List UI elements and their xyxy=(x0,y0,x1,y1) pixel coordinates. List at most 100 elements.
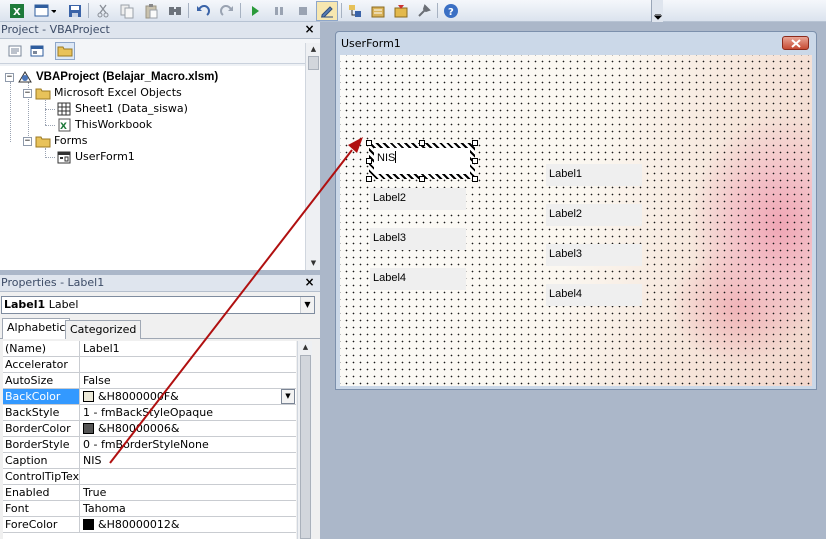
tree-node-sheet1[interactable]: Sheet1 (Data_siswa) xyxy=(56,101,188,117)
property-value-text: True xyxy=(83,486,107,499)
property-value[interactable]: Tahoma xyxy=(81,501,296,516)
label-left-4[interactable]: Label4 xyxy=(370,268,466,290)
property-row-bordercolor[interactable]: BorderColor &H80000006& xyxy=(3,421,296,437)
design-mode-icon[interactable] xyxy=(316,1,338,21)
tree-node-userform1[interactable]: UserForm1 xyxy=(56,149,135,165)
view-object-icon[interactable] xyxy=(27,42,47,60)
scroll-up-icon[interactable]: ▲ xyxy=(307,43,320,56)
property-value[interactable]: &H8000000F& ▼ xyxy=(81,389,296,404)
scroll-down-icon[interactable]: ▼ xyxy=(307,257,320,270)
object-browser-icon[interactable] xyxy=(392,2,410,19)
object-selector[interactable]: Label1 Label ▼ xyxy=(1,296,315,314)
property-value[interactable]: 0 - fmBorderStyleNone xyxy=(81,437,296,452)
project-close-icon[interactable]: × xyxy=(303,23,316,36)
toolbox-icon[interactable] xyxy=(415,2,433,19)
redo-icon[interactable] xyxy=(218,2,236,19)
resize-handle[interactable] xyxy=(419,140,425,146)
property-row-backcolor[interactable]: BackColor &H8000000F& ▼ xyxy=(3,389,296,405)
view-code-icon[interactable] xyxy=(5,42,25,60)
chevron-down-icon[interactable]: ▼ xyxy=(281,389,295,404)
property-row-enabled[interactable]: Enabled True xyxy=(3,485,296,501)
project-explorer-panel: Project - VBAProject × − VBAProject (Bel… xyxy=(0,22,320,270)
label-right-3[interactable]: Label3 xyxy=(546,244,642,266)
break-icon[interactable] xyxy=(270,2,288,19)
property-row-caption[interactable]: Caption NIS xyxy=(3,453,296,469)
run-icon[interactable] xyxy=(246,2,264,19)
property-value[interactable]: NIS xyxy=(81,453,296,468)
tree-node-vbaproject[interactable]: − VBAProject (Belajar_Macro.xlsm) xyxy=(5,69,218,85)
label-right-4[interactable]: Label4 xyxy=(546,284,642,306)
resize-handle[interactable] xyxy=(419,176,425,182)
property-row-autosize[interactable]: AutoSize False xyxy=(3,373,296,389)
cut-icon[interactable] xyxy=(94,2,112,19)
resize-handle[interactable] xyxy=(366,176,372,182)
resize-handle[interactable] xyxy=(366,158,372,164)
resize-handle[interactable] xyxy=(366,140,372,146)
resize-handle[interactable] xyxy=(472,176,478,182)
property-row-forecolor[interactable]: ForeColor &H80000012& xyxy=(3,517,296,533)
property-row-backstyle[interactable]: BackStyle 1 - fmBackStyleOpaque xyxy=(3,405,296,421)
toolbar-overflow-icon[interactable] xyxy=(651,0,663,22)
collapse-toggle-icon[interactable]: − xyxy=(5,72,14,82)
label-nis-selected[interactable]: NIS xyxy=(374,148,470,174)
label-right-1[interactable]: Label1 xyxy=(546,164,642,186)
resize-handle[interactable] xyxy=(472,158,478,164)
standard-toolbar: X ? xyxy=(0,0,826,22)
property-value[interactable]: Label1 xyxy=(81,341,296,356)
property-row-controltiptext[interactable]: ControlTipText xyxy=(3,469,296,485)
resize-handle[interactable] xyxy=(472,140,478,146)
collapse-toggle-icon[interactable]: − xyxy=(23,88,32,98)
properties-grid: (Name) Label1 Accelerator AutoSize False… xyxy=(3,341,296,539)
property-value[interactable]: False xyxy=(81,373,296,388)
userform-canvas[interactable]: NIS Label2 Label3 Label4 Label1 Label2 L… xyxy=(340,55,812,386)
property-value[interactable]: &H80000006& xyxy=(81,421,296,436)
help-icon[interactable]: ? xyxy=(442,2,460,19)
toggle-folders-icon[interactable] xyxy=(55,42,75,60)
property-name: ControlTipText xyxy=(5,469,80,484)
tab-categorized[interactable]: Categorized xyxy=(65,320,142,339)
excel-icon[interactable]: X xyxy=(8,2,26,19)
project-scrollbar[interactable]: ▲ ▼ xyxy=(305,43,320,270)
object-selector-name: Label1 xyxy=(4,298,46,311)
tree-node-forms[interactable]: − Forms xyxy=(23,133,87,149)
color-swatch xyxy=(83,423,94,434)
property-value[interactable]: &H80000012& xyxy=(81,517,296,532)
collapse-toggle-icon[interactable]: − xyxy=(23,136,32,146)
scroll-up-icon[interactable]: ▲ xyxy=(299,341,312,354)
tree-label-vbaproject: VBAProject (Belajar_Macro.xlsm) xyxy=(36,71,219,83)
project-explorer-icon[interactable] xyxy=(346,2,364,19)
property-row-borderstyle[interactable]: BorderStyle 0 - fmBorderStyleNone xyxy=(3,437,296,453)
properties-panel-title-text: Properties - Label1 xyxy=(1,276,105,289)
property-name: BorderColor xyxy=(3,421,80,436)
tree-node-thisworkbook[interactable]: X ThisWorkbook xyxy=(56,117,152,133)
property-value[interactable]: 1 - fmBackStyleOpaque xyxy=(81,405,296,420)
reset-icon[interactable] xyxy=(294,2,312,19)
property-row-name[interactable]: (Name) Label1 xyxy=(3,341,296,357)
find-icon[interactable] xyxy=(166,2,184,19)
label-left-3[interactable]: Label3 xyxy=(370,228,466,250)
chevron-down-icon[interactable]: ▼ xyxy=(300,297,314,313)
insert-userform-icon[interactable] xyxy=(33,2,57,19)
copy-icon[interactable] xyxy=(118,2,136,19)
tree-node-excel-objects[interactable]: − Microsoft Excel Objects xyxy=(23,85,182,101)
close-icon[interactable] xyxy=(782,36,809,50)
paste-icon[interactable] xyxy=(142,2,160,19)
property-value[interactable] xyxy=(81,469,296,484)
properties-panel-title: Properties - Label1 × xyxy=(0,275,320,292)
properties-close-icon[interactable]: × xyxy=(303,276,316,289)
worksheet-icon xyxy=(56,102,72,116)
property-name: Enabled xyxy=(3,485,80,500)
label-right-2[interactable]: Label2 xyxy=(546,204,642,226)
property-row-font[interactable]: Font Tahoma xyxy=(3,501,296,517)
property-value[interactable]: True xyxy=(81,485,296,500)
tab-alphabetic[interactable]: Alphabetic xyxy=(2,318,71,339)
property-value[interactable] xyxy=(81,357,296,372)
svg-text:X: X xyxy=(13,7,21,18)
property-row-accelerator[interactable]: Accelerator xyxy=(3,357,296,373)
properties-icon[interactable] xyxy=(369,2,387,19)
folder-open-icon xyxy=(35,86,51,100)
properties-scrollbar[interactable]: ▲ xyxy=(297,341,312,539)
undo-icon[interactable] xyxy=(194,2,212,19)
save-icon[interactable] xyxy=(66,2,84,19)
label-left-2[interactable]: Label2 xyxy=(370,188,466,210)
